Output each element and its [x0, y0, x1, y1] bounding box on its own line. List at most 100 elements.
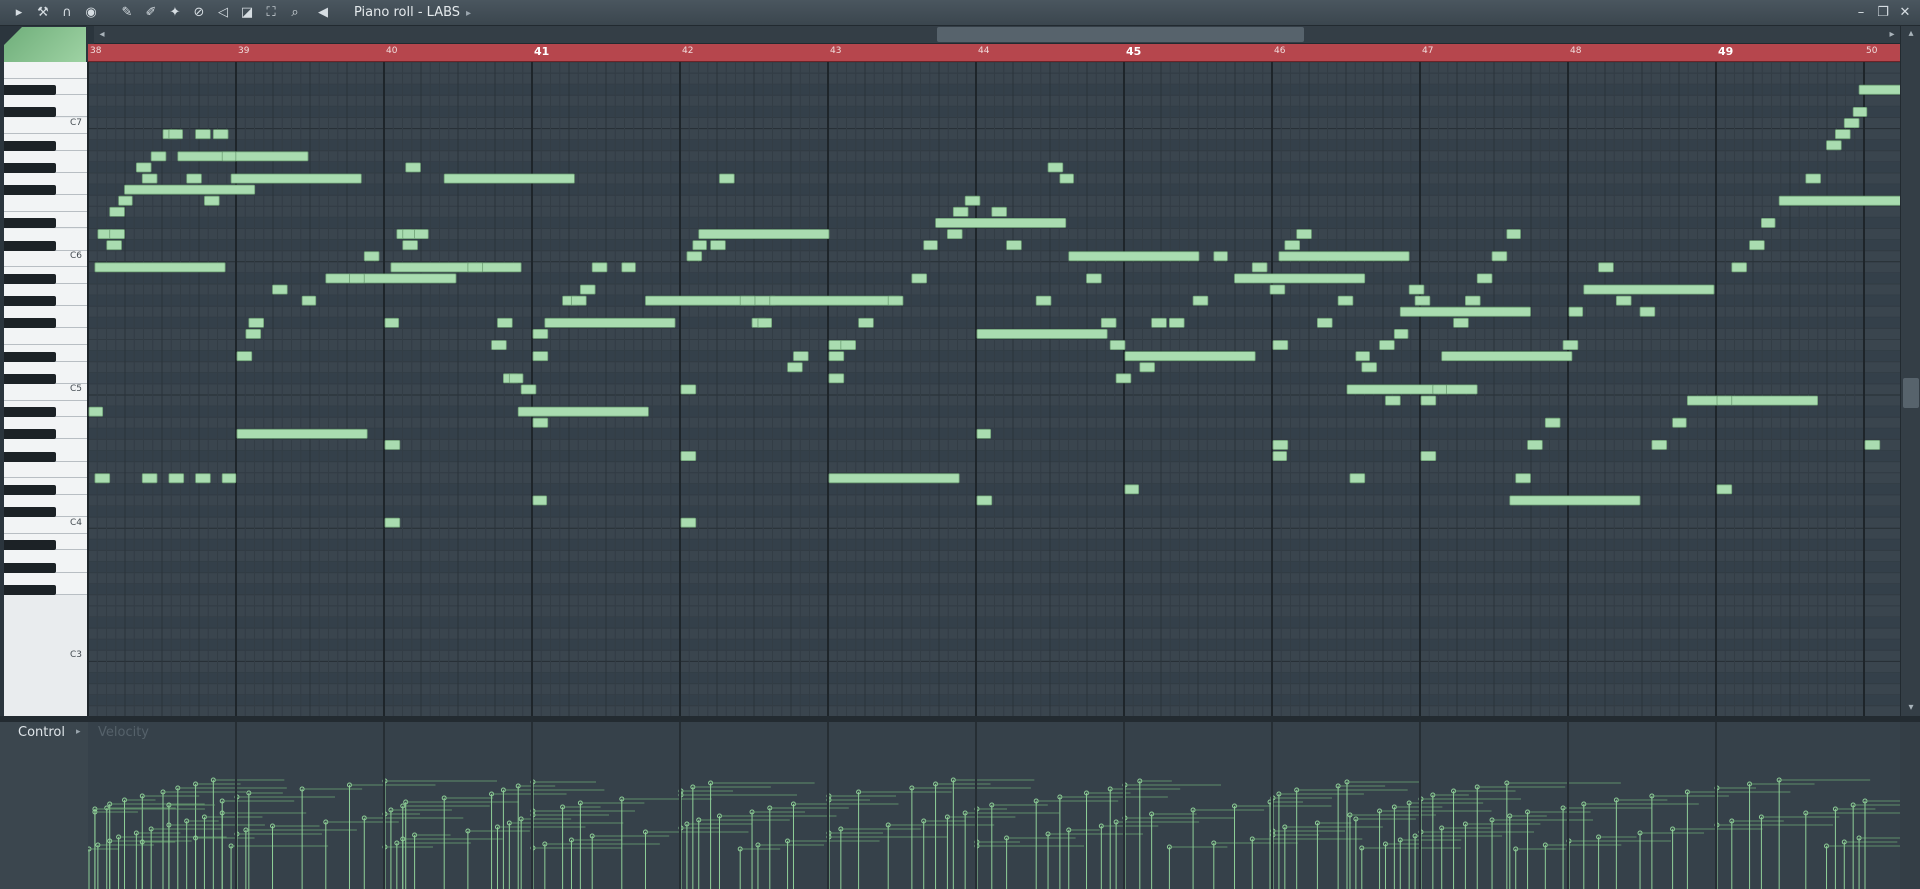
- note[interactable]: [1047, 162, 1064, 173]
- note[interactable]: [1124, 484, 1140, 495]
- ruler-bar-38[interactable]: 38: [90, 46, 101, 56]
- note[interactable]: [245, 328, 262, 339]
- note[interactable]: [1355, 351, 1370, 362]
- note[interactable]: [1414, 295, 1431, 306]
- note[interactable]: [964, 195, 981, 206]
- note[interactable]: [1835, 129, 1851, 140]
- note-grid-canvas[interactable]: [88, 62, 1900, 716]
- note[interactable]: [94, 262, 226, 273]
- note[interactable]: [195, 473, 211, 484]
- note[interactable]: [1639, 306, 1656, 317]
- note[interactable]: [1761, 217, 1776, 228]
- note[interactable]: [1278, 251, 1410, 262]
- ruler-bar-45[interactable]: 45: [1126, 45, 1141, 58]
- delete-tool-icon[interactable]: ✦: [166, 4, 184, 22]
- note[interactable]: [532, 417, 549, 428]
- note[interactable]: [991, 206, 1007, 217]
- note[interactable]: [1109, 340, 1126, 351]
- note[interactable]: [195, 129, 211, 140]
- note[interactable]: [680, 384, 697, 395]
- black-key[interactable]: [4, 351, 56, 362]
- note[interactable]: [952, 206, 969, 217]
- note[interactable]: [405, 162, 421, 173]
- note[interactable]: [976, 328, 1108, 339]
- black-key[interactable]: [4, 407, 56, 418]
- note[interactable]: [135, 162, 152, 173]
- note[interactable]: [109, 206, 125, 217]
- slice-icon[interactable]: ◁: [214, 4, 232, 22]
- note[interactable]: [1361, 362, 1377, 373]
- note[interactable]: [532, 328, 549, 339]
- note[interactable]: [248, 317, 264, 328]
- note[interactable]: [497, 317, 513, 328]
- black-key[interactable]: [4, 429, 56, 440]
- note[interactable]: [1568, 306, 1584, 317]
- note[interactable]: [1100, 317, 1117, 328]
- note[interactable]: [402, 240, 418, 251]
- note[interactable]: [363, 251, 380, 262]
- velocity-lane[interactable]: [88, 722, 1900, 889]
- timeline-ruler[interactable]: 38 39 40 41 42 43 44 45 46 47 48 49 50: [88, 44, 1900, 62]
- note[interactable]: [236, 351, 253, 362]
- select-icon[interactable]: ◪: [238, 4, 256, 22]
- note[interactable]: [1687, 395, 1819, 406]
- note[interactable]: [1864, 439, 1881, 450]
- black-key[interactable]: [4, 85, 56, 96]
- note[interactable]: [1672, 417, 1687, 428]
- black-key[interactable]: [4, 484, 56, 495]
- note[interactable]: [1234, 273, 1366, 284]
- scroll-left-icon[interactable]: ◂: [94, 26, 110, 44]
- note[interactable]: [1399, 306, 1531, 317]
- note[interactable]: [230, 173, 362, 184]
- note[interactable]: [1749, 240, 1765, 251]
- note[interactable]: [221, 151, 237, 162]
- note[interactable]: [1408, 284, 1425, 295]
- note[interactable]: [544, 317, 676, 328]
- note[interactable]: [1251, 262, 1268, 273]
- black-key[interactable]: [4, 107, 56, 118]
- note[interactable]: [212, 129, 229, 140]
- note[interactable]: [1615, 295, 1632, 306]
- note[interactable]: [1476, 273, 1493, 284]
- note[interactable]: [793, 351, 809, 362]
- note[interactable]: [1213, 251, 1228, 262]
- note[interactable]: [109, 229, 125, 240]
- note[interactable]: [1506, 229, 1521, 240]
- note[interactable]: [591, 262, 608, 273]
- note[interactable]: [517, 406, 649, 417]
- note[interactable]: [443, 173, 575, 184]
- note[interactable]: [1284, 240, 1300, 251]
- note[interactable]: [911, 273, 928, 284]
- black-key[interactable]: [4, 140, 56, 151]
- note[interactable]: [828, 473, 960, 484]
- note[interactable]: [1778, 195, 1900, 206]
- note[interactable]: [150, 151, 167, 162]
- black-key[interactable]: [4, 451, 56, 462]
- note[interactable]: [141, 473, 158, 484]
- note[interactable]: [301, 295, 317, 306]
- note[interactable]: [1465, 295, 1481, 306]
- snap-corner[interactable]: [4, 27, 86, 63]
- note[interactable]: [1420, 395, 1437, 406]
- ruler-bar-50[interactable]: 50: [1866, 46, 1877, 56]
- note[interactable]: [94, 473, 111, 484]
- note[interactable]: [680, 451, 697, 462]
- note[interactable]: [1651, 439, 1668, 450]
- velocity-scrollbar[interactable]: [1900, 722, 1920, 889]
- note[interactable]: [976, 428, 992, 439]
- note[interactable]: [1515, 473, 1531, 484]
- vertical-scrollbar[interactable]: ▴ ▾: [1900, 26, 1920, 716]
- note[interactable]: [1296, 229, 1312, 240]
- zoom-icon[interactable]: ⛶: [262, 4, 280, 22]
- note[interactable]: [508, 373, 524, 384]
- note[interactable]: [757, 317, 773, 328]
- note[interactable]: [1453, 317, 1469, 328]
- note[interactable]: [1852, 107, 1868, 117]
- record-icon[interactable]: ◉: [82, 4, 100, 22]
- note[interactable]: [579, 284, 596, 295]
- ruler-bar-46[interactable]: 46: [1274, 46, 1285, 56]
- velocity-canvas[interactable]: [88, 722, 1900, 889]
- note[interactable]: [680, 517, 697, 528]
- note[interactable]: [976, 495, 993, 506]
- black-key[interactable]: [4, 373, 56, 384]
